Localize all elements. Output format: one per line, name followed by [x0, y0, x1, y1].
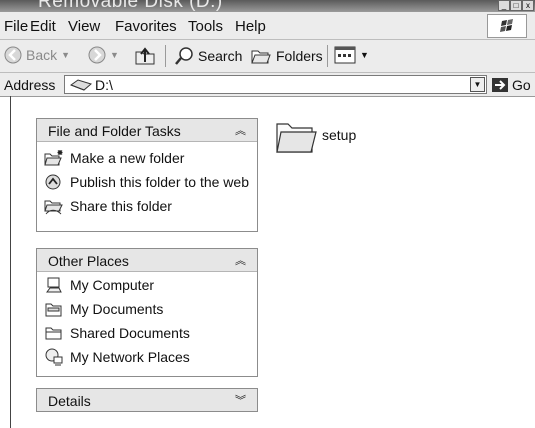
- new-folder-icon: [44, 150, 63, 166]
- place-shared-documents[interactable]: Shared Documents: [37, 321, 257, 345]
- panel-header[interactable]: Other Places ︽: [37, 249, 257, 272]
- place-label: My Network Places: [70, 349, 190, 365]
- drive-icon: [70, 79, 92, 91]
- search-label: Search: [198, 48, 243, 64]
- shared-documents-icon: [45, 327, 62, 340]
- forward-arrow-icon: [88, 46, 106, 64]
- minimize-button[interactable]: _: [498, 0, 510, 11]
- toolbar: Back ▼ ▼ Search Folders ▼: [0, 40, 535, 73]
- task-publish-to-web[interactable]: Publish this folder to the web: [37, 170, 257, 194]
- go-arrow-icon: [492, 78, 508, 92]
- task-share-folder[interactable]: Share this folder: [37, 194, 257, 218]
- windows-logo: [487, 14, 527, 38]
- panel-header[interactable]: Details ︾: [37, 389, 257, 411]
- place-my-documents[interactable]: My Documents: [37, 297, 257, 321]
- back-arrow-icon: [4, 46, 22, 64]
- address-dropdown-icon[interactable]: ▼: [470, 77, 485, 92]
- window-title: Removable Disk (D:): [38, 0, 223, 12]
- place-my-computer[interactable]: My Computer: [37, 273, 257, 297]
- back-dropdown-icon[interactable]: ▼: [61, 50, 70, 60]
- folder-item-setup[interactable]: [274, 118, 318, 161]
- folders-button[interactable]: Folders: [250, 46, 323, 66]
- collapse-chevron-icon[interactable]: ︽: [235, 252, 246, 268]
- views-button[interactable]: ▼: [334, 46, 369, 64]
- address-label: Address: [4, 77, 56, 93]
- task-label: Publish this folder to the web: [70, 174, 249, 190]
- place-my-network-places[interactable]: My Network Places: [37, 345, 257, 369]
- file-folder-tasks-panel: File and Folder Tasks ︽ Make a new folde…: [36, 118, 258, 232]
- menu-file[interactable]: File: [4, 18, 28, 35]
- details-panel: Details ︾: [36, 388, 258, 412]
- back-label: Back: [26, 47, 58, 63]
- place-label: Shared Documents: [70, 325, 190, 341]
- address-bar: Address D:\ ▼ Go: [0, 73, 535, 97]
- forward-dropdown-icon[interactable]: ▼: [110, 50, 119, 60]
- address-value: D:\: [95, 77, 113, 93]
- menu-help[interactable]: Help: [235, 18, 266, 35]
- title-bar: Removable Disk (D:) _ □ x: [0, 0, 535, 12]
- menu-tools[interactable]: Tools: [188, 18, 223, 35]
- task-label: Make a new folder: [70, 150, 185, 166]
- views-icon: [334, 46, 356, 64]
- publish-web-icon: [45, 174, 61, 190]
- menu-view[interactable]: View: [68, 18, 100, 35]
- forward-button[interactable]: ▼: [88, 46, 119, 64]
- up-folder-icon: [135, 47, 155, 65]
- go-label: Go: [512, 77, 531, 93]
- expand-chevron-icon[interactable]: ︾: [235, 392, 246, 408]
- go-button[interactable]: Go: [492, 77, 531, 93]
- panel-header[interactable]: File and Folder Tasks ︽: [37, 119, 257, 142]
- task-label: Share this folder: [70, 198, 172, 214]
- toolbar-separator: [327, 45, 328, 67]
- address-input[interactable]: D:\ ▼: [64, 75, 487, 94]
- folder-name[interactable]: setup: [322, 127, 356, 143]
- panel-title: File and Folder Tasks: [48, 123, 181, 139]
- other-places-panel: Other Places ︽ My Computer My Documents …: [36, 248, 258, 377]
- menu-edit[interactable]: Edit: [30, 18, 56, 35]
- task-make-new-folder[interactable]: Make a new folder: [37, 146, 257, 170]
- search-button[interactable]: Search: [174, 46, 242, 66]
- back-button[interactable]: Back ▼: [4, 46, 70, 64]
- toolbar-separator: [165, 45, 166, 67]
- search-icon: [175, 47, 193, 65]
- close-button[interactable]: x: [522, 0, 534, 11]
- place-label: My Computer: [70, 277, 155, 293]
- collapse-chevron-icon[interactable]: ︽: [235, 122, 246, 138]
- maximize-button[interactable]: □: [510, 0, 522, 11]
- window-left-border: [10, 96, 11, 428]
- my-computer-icon: [46, 277, 62, 293]
- panel-title: Details: [48, 393, 91, 409]
- menu-favorites[interactable]: Favorites: [115, 18, 177, 35]
- my-documents-icon: [45, 303, 62, 317]
- up-folder-button[interactable]: [134, 46, 156, 66]
- network-places-icon: [45, 348, 63, 366]
- folder-icon: [276, 123, 317, 153]
- share-folder-icon: [44, 200, 63, 215]
- views-dropdown-icon[interactable]: ▼: [360, 50, 369, 60]
- menu-bar: File Edit View Favorites Tools Help: [0, 12, 535, 40]
- folders-label: Folders: [276, 48, 323, 64]
- panel-title: Other Places: [48, 253, 129, 269]
- windows-flag-icon: [500, 19, 513, 32]
- folders-icon: [251, 50, 271, 64]
- place-label: My Documents: [70, 301, 164, 317]
